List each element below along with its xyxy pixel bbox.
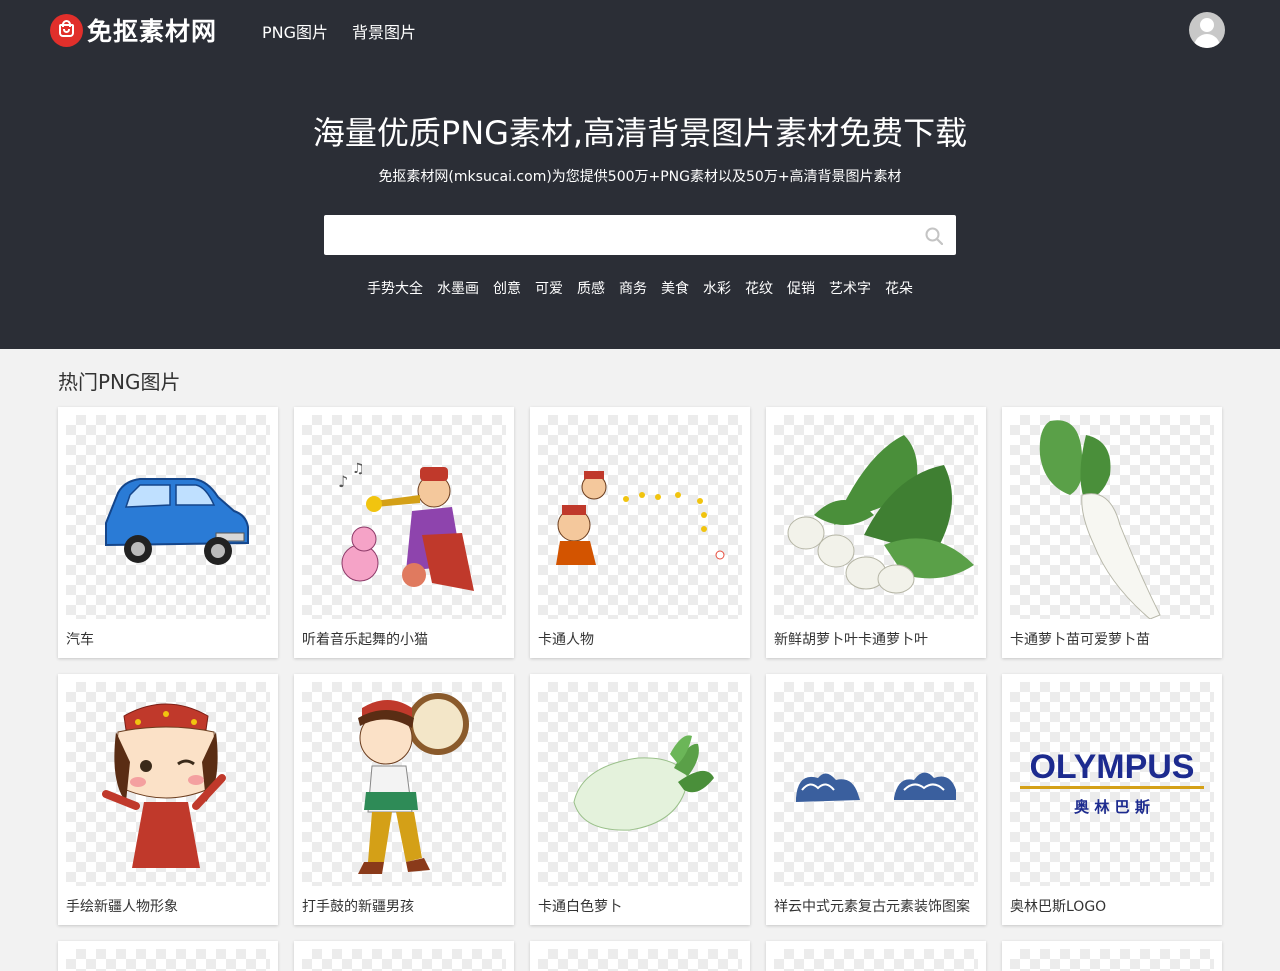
auspicious-cloud-image <box>774 682 978 886</box>
olympus-logo-image: OLYMPUS 奥 林 巴 斯 <box>1010 682 1214 886</box>
nav-png-images[interactable]: PNG图片 <box>262 19 328 43</box>
hot-tags: 手势大全 水墨画 创意 可爱 质感 商务 美食 水彩 花纹 促销 艺术字 花朵 <box>0 278 1280 298</box>
image-card[interactable]: ♪ ♫ 听着音乐起舞的小猫 <box>294 407 514 658</box>
card-label: 奥林巴斯LOGO <box>1010 899 1107 915</box>
svg-text:♫: ♫ <box>352 461 365 477</box>
card-label: 听着音乐起舞的小猫 <box>302 632 428 648</box>
tag-link[interactable]: 质感 <box>577 278 605 298</box>
hero-title: 海量优质PNG素材,高清背景图片素材免费下载 <box>312 114 968 152</box>
shopping-bag-icon <box>50 13 83 47</box>
main-nav: PNG图片 背景图片 <box>262 19 416 43</box>
image-card[interactable] <box>294 941 514 971</box>
search-input[interactable] <box>324 215 904 255</box>
tag-link[interactable]: 可爱 <box>535 278 563 298</box>
hero-subtitle: 免抠素材网(mksucai.com)为您提供500万+PNG素材以及50万+高清… <box>378 169 902 185</box>
tag-link[interactable]: 水墨画 <box>437 278 479 298</box>
png-grid: 汽车 ♪ ♫ 听着音乐起舞的小猫 卡通人物 新鲜胡萝卜叶卡通萝卜叶 卡通萝卜苗可… <box>58 407 1222 971</box>
image-card[interactable]: 祥云中式元素复古元素装饰图案 <box>766 674 986 925</box>
card-label: 汽车 <box>66 632 94 648</box>
card-label: 祥云中式元素复古元素装饰图案 <box>774 899 970 915</box>
tag-link[interactable]: 花纹 <box>745 278 773 298</box>
tag-link[interactable]: 促销 <box>787 278 815 298</box>
image-card[interactable]: 卡通白色萝卜 <box>530 674 750 925</box>
xinjiang-girl-image <box>66 682 270 886</box>
image-card[interactable] <box>58 941 278 971</box>
hero-banner: 免抠素材网 PNG图片 背景图片 海量优质PNG素材,高清背景图片素材免费下载 … <box>0 0 1280 349</box>
image-card[interactable]: 卡通萝卜苗可爱萝卜苗 <box>1002 407 1222 658</box>
radish-sprout-image <box>1010 415 1214 619</box>
image-card[interactable]: 手绘新疆人物形象 <box>58 674 278 925</box>
image-card[interactable]: 汽车 <box>58 407 278 658</box>
logo-text: 免抠素材网 <box>87 17 218 46</box>
image-card[interactable]: 新鲜胡萝卜叶卡通萝卜叶 <box>766 407 986 658</box>
svg-text:♪: ♪ <box>338 472 348 491</box>
image-card[interactable]: 打手鼓的新疆男孩 <box>294 674 514 925</box>
image-card[interactable] <box>1002 941 1222 971</box>
turnip-leaves-image <box>774 415 978 619</box>
section-title: 热门PNG图片 <box>58 370 181 394</box>
tag-link[interactable]: 美食 <box>661 278 689 298</box>
tag-link[interactable]: 手势大全 <box>367 278 423 298</box>
tag-link[interactable]: 商务 <box>619 278 647 298</box>
image-card[interactable] <box>530 941 750 971</box>
search-box <box>324 215 956 255</box>
olympus-cn-text: 奥 林 巴 斯 <box>1074 798 1150 816</box>
car-image <box>66 415 270 619</box>
card-label: 手绘新疆人物形象 <box>66 899 178 915</box>
search-icon[interactable] <box>925 227 943 245</box>
tag-link[interactable]: 水彩 <box>703 278 731 298</box>
card-label: 卡通人物 <box>538 632 594 648</box>
image-card[interactable] <box>766 941 986 971</box>
tag-link[interactable]: 创意 <box>493 278 521 298</box>
card-label: 卡通萝卜苗可爱萝卜苗 <box>1010 632 1150 648</box>
card-label: 新鲜胡萝卜叶卡通萝卜叶 <box>774 632 928 648</box>
card-label: 卡通白色萝卜 <box>538 899 622 915</box>
tag-link[interactable]: 花朵 <box>885 278 913 298</box>
user-avatar-icon[interactable] <box>1189 12 1225 48</box>
image-card[interactable]: 卡通人物 <box>530 407 750 658</box>
image-card[interactable]: OLYMPUS 奥 林 巴 斯 奥林巴斯LOGO <box>1002 674 1222 925</box>
cat-trumpet-image: ♪ ♫ <box>302 415 506 619</box>
drum-boy-image <box>302 682 506 886</box>
white-radish-image <box>538 682 742 886</box>
card-label: 打手鼓的新疆男孩 <box>302 899 414 915</box>
nav-background-images[interactable]: 背景图片 <box>352 19 416 43</box>
olympus-wordmark: OLYMPUS <box>1029 748 1194 786</box>
site-logo[interactable]: 免抠素材网 <box>50 12 217 48</box>
tag-link[interactable]: 艺术字 <box>829 278 871 298</box>
cartoon-people-image <box>538 415 742 619</box>
